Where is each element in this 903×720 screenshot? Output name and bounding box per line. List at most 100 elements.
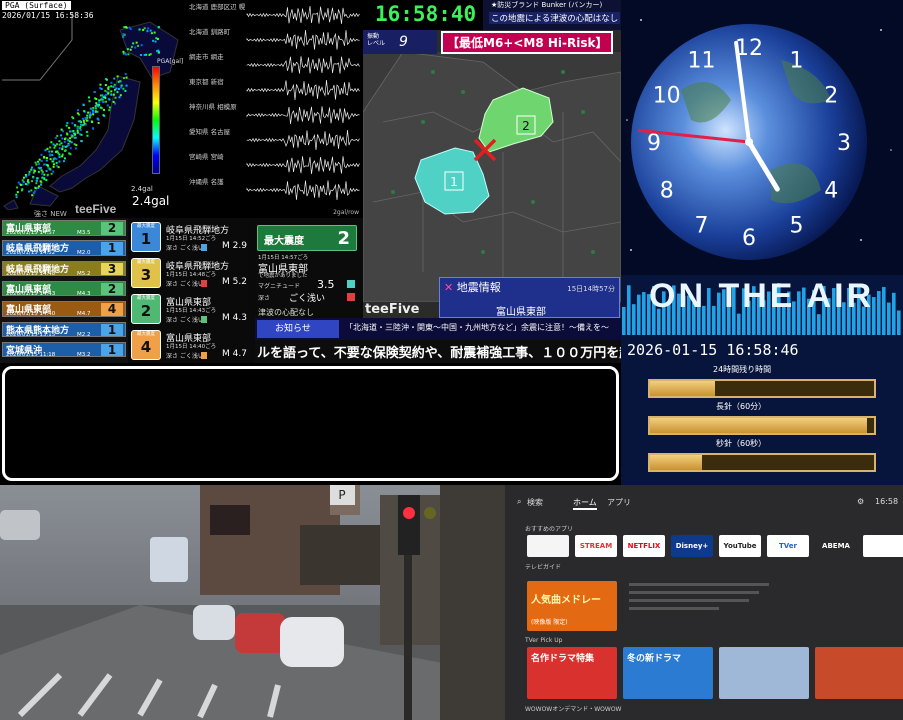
app-tile[interactable]: YouTube	[719, 535, 761, 557]
pga-station-dot	[118, 88, 120, 90]
tv-navbar: ⌕ 検索 ホーム アプリ ⚙ 16:58	[505, 485, 903, 523]
pga-station-dot	[53, 146, 56, 149]
pga-station-dot	[123, 26, 126, 29]
quake-list-row[interactable]: 宮城県沖 2026/01/15 11:18 M3.2 1	[2, 341, 126, 358]
pga-station-dot	[40, 183, 43, 186]
pga-station-dot	[124, 89, 127, 92]
progress-bar	[648, 416, 876, 435]
news-ticker: ルを語って、不要な保険契約や、耐震補強工事、１００万円を超える霊	[255, 340, 621, 363]
app-tile[interactable]: ABEMA	[815, 535, 857, 557]
tv-apps-tab[interactable]: アプリ	[607, 497, 631, 508]
program-card[interactable]	[719, 647, 809, 699]
tv-home-tab[interactable]: ホーム	[573, 497, 597, 510]
quake-detail-card[interactable]: 最大震度 1 岐阜県飛騨地方 1月15日 14:52ごろ 深さ ごく浅い M 2…	[131, 222, 253, 254]
detail-depth: 深さ ごく浅い	[166, 245, 204, 252]
pga-station-dot	[125, 26, 128, 29]
detail-depth: 深さ ごく浅い	[166, 353, 204, 360]
pga-station-dot	[76, 127, 79, 130]
gear-icon[interactable]: ⚙	[857, 497, 864, 506]
app-tile[interactable]: NETFLIX	[623, 535, 665, 557]
pga-station-dot	[38, 158, 41, 161]
pga-station-dot	[32, 171, 35, 174]
quake-list-row[interactable]: 富山県東部 2026/01/15 14:57 M3.5 2	[2, 220, 126, 236]
pga-station-dot	[92, 107, 95, 110]
app-tile[interactable]: Disney+	[671, 535, 713, 557]
detail-mag: M 2.9	[222, 241, 247, 251]
search-icon[interactable]: ⌕	[517, 497, 521, 507]
pga-station-dot	[57, 166, 60, 169]
on-air-title: ON THE AIR	[649, 277, 875, 315]
pga-station-dot	[84, 123, 87, 126]
quake-list-row[interactable]: 岐阜県飛騨地方 2026/01/15 14:52 M2.0 1	[2, 240, 126, 256]
clock-number: 3	[837, 131, 851, 156]
quake-list-row[interactable]: 富山県東部 2026/01/15 14:40 M4.7 4	[2, 301, 126, 317]
pga-station-dot	[99, 83, 102, 86]
quake-list-row[interactable]: 熊本県熊本地方 2026/01/15 13:15 M2.2 1	[2, 321, 126, 337]
pga-station-dot	[113, 88, 116, 91]
pga-station-dot	[83, 110, 86, 113]
pga-station-dot	[74, 147, 77, 150]
pga-map-panel: PGA (Surface) 2026/01/15 16:58:36 PGA[ga…	[0, 0, 185, 218]
visualizer-bar	[627, 285, 631, 335]
quake-list-row[interactable]: 岐阜県飛騨地方 2026/01/15 14:48 M5.2 3	[2, 260, 126, 277]
pga-station-dot	[69, 147, 72, 150]
pga-station-dot	[60, 134, 63, 137]
live-camera-feed: P	[0, 485, 505, 720]
quake-detail-card[interactable]: 最大震度 4 富山県東部 1月15日 14:40ごろ 深さ ごく浅い M 4.7	[131, 330, 253, 362]
shake-level-value: 9	[399, 34, 408, 50]
featured-sub: (映像版 限定)	[531, 619, 568, 626]
app-tile[interactable]	[863, 535, 903, 557]
notice-bar: お知らせ 「北海道・三陸沖・関東〜中国・九州地方など」余震に注意！〜備えを〜	[255, 318, 621, 340]
app-tile[interactable]	[527, 535, 569, 557]
quake-date: 15日14時57分	[567, 285, 615, 293]
quake-date: 2026/01/15 14:48	[6, 270, 56, 277]
pga-station-dot	[60, 142, 63, 145]
pga-station-dot	[143, 27, 146, 30]
quake-detail-card[interactable]: 最大震度 2 富山県東部 1月15日 14:43ごろ 深さ ごく浅い M 4.3	[131, 294, 253, 326]
quake-detail-card[interactable]: 最大震度 3 岐阜県飛騨地方 1月15日 14:48ごろ 深さ ごく浅い M 5…	[131, 258, 253, 290]
visualizer-bar	[632, 304, 636, 335]
pga-station-dot	[149, 53, 152, 56]
intensity-number: 1	[140, 230, 152, 248]
pga-station-dot	[60, 128, 63, 131]
clock-number: 10	[653, 84, 681, 109]
program-card[interactable]	[815, 647, 903, 699]
pga-station-dot	[15, 193, 18, 196]
pga-station-dot	[98, 101, 101, 104]
pga-station-dot	[88, 116, 91, 119]
pga-station-dot	[21, 179, 24, 182]
pga-station-dot	[68, 126, 71, 129]
program-card[interactable]: 名作ドラマ特集	[527, 647, 617, 699]
tv-pickup-label: TVer Pick Up	[525, 637, 563, 644]
pga-station-dot	[112, 93, 115, 96]
tv-search-tab[interactable]: 検索	[527, 497, 543, 508]
pga-station-dot	[138, 28, 141, 31]
clock-number: 4	[824, 179, 838, 204]
app-tile[interactable]: TVer	[767, 535, 809, 557]
app-tile[interactable]: STREAM	[575, 535, 617, 557]
intensity-label: 最大震度	[137, 296, 155, 301]
program-description	[629, 583, 779, 623]
pga-station-dot	[63, 145, 66, 148]
program-card[interactable]: 冬の新ドラマ	[623, 647, 713, 699]
pga-station-dot	[110, 93, 113, 96]
pga-station-dot	[40, 153, 43, 156]
pga-station-dot	[79, 120, 82, 123]
tv-guide-label: テレビガイド	[525, 564, 562, 571]
intensity-label: 最大震度	[137, 260, 155, 265]
pga-station-dot	[149, 29, 152, 32]
intensity-badge: 最大震度 2	[131, 294, 161, 324]
digital-clock: 16:58:40	[363, 0, 483, 30]
visualizer-bar	[892, 292, 896, 335]
featured-card[interactable]: 人気曲メドレー (映像版 限定)	[527, 581, 617, 631]
pga-station-dot	[67, 139, 70, 142]
station-label: 北海道 釧路町	[189, 28, 231, 36]
quake-list-row[interactable]: 富山県東部 2026/01/15 14:43 M4.3 2	[2, 280, 126, 297]
pga-station-dot	[126, 48, 129, 51]
progress-bar	[648, 379, 876, 398]
clock-center	[745, 138, 753, 146]
quake-x-icon: ✕	[444, 281, 454, 294]
pga-station-dot	[84, 117, 87, 120]
gal-small: 2.4gal	[131, 185, 153, 193]
seismic-trace	[246, 5, 360, 24]
